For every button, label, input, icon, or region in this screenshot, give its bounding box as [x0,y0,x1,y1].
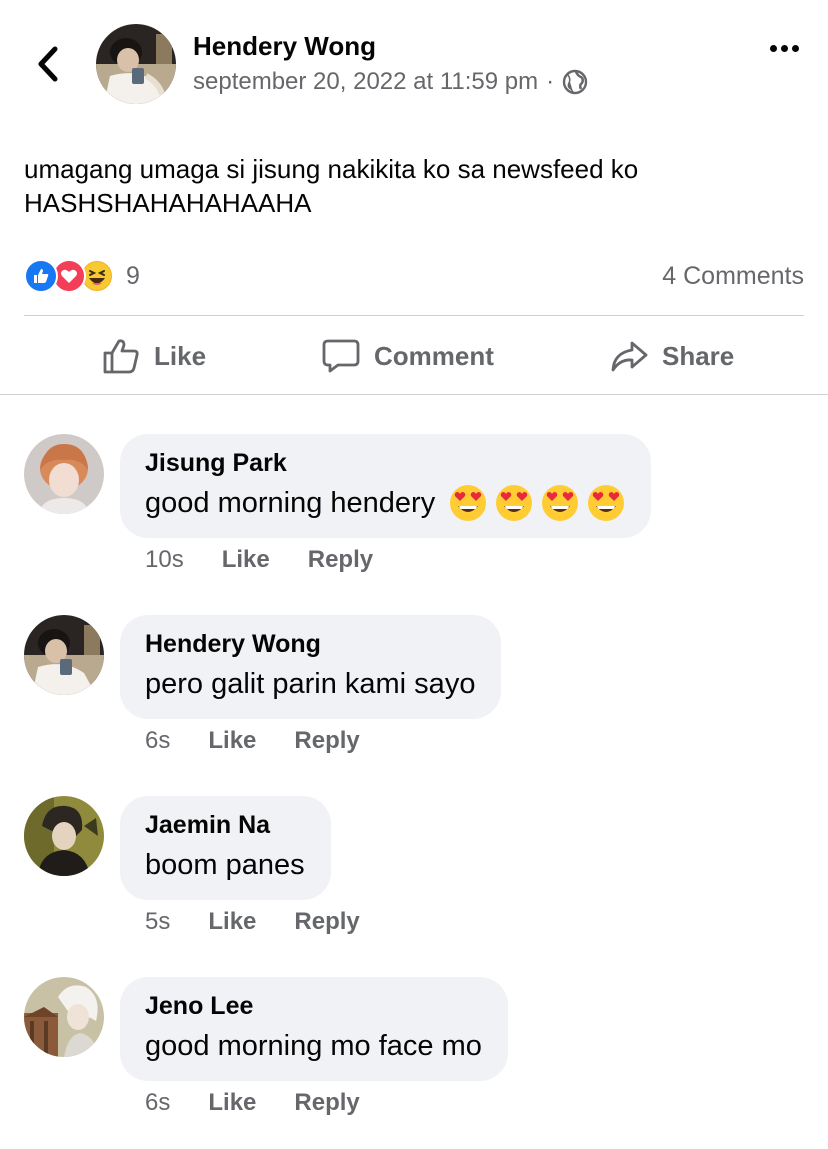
comment-text: boom panes [145,849,305,881]
commenter-avatar[interactable] [24,796,104,876]
comment-bubble: Jisung Park good morning hendery [120,434,652,538]
reaction-icons [24,259,114,293]
commenter-avatar[interactable] [24,434,104,514]
comment-button[interactable]: Comment [322,336,494,376]
speech-bubble-icon [322,339,360,373]
comment-meta: 6s Like Reply [145,727,360,755]
back-button[interactable] [30,44,66,84]
comment-reply-button[interactable]: Reply [294,908,359,936]
comment-time: 6s [145,1089,171,1116]
comment-time: 10s [145,546,184,573]
commenter-name[interactable]: Jaemin Na [145,810,305,840]
comment-bubble: Jeno Lee good morning mo face mo [120,977,508,1081]
meta-separator: · [546,68,555,95]
heart-eyes-emoji-icon [450,485,487,521]
post-meta: september 20, 2022 at 11:59 pm · [193,68,588,96]
heart-eyes-emoji-icon [496,485,533,521]
like-label: Like [154,340,207,371]
post-text-line-2: HASHSHAHAHAHAAHA [24,188,312,218]
heart-eyes-emoji-row [441,484,625,522]
more-dot [791,44,799,52]
comment-label: Comment [374,340,494,371]
comments-count[interactable]: 4 Comments [662,262,804,291]
reaction-count: 9 [126,261,140,290]
commenter-name[interactable]: Jisung Park [145,448,625,478]
comment-reply-button[interactable]: Reply [308,546,373,574]
thumbs-up-icon [103,339,139,374]
post-text: umagang umaga si jisung nakikita ko sa n… [24,152,804,220]
post-header: Hendery Wong september 20, 2022 at 11:59… [0,0,828,120]
reactions-left[interactable]: 9 [24,259,140,293]
heart-eyes-emoji-icon [588,485,625,521]
divider [0,394,828,395]
chevron-left-icon [38,46,58,82]
post-actions: Like Comment Share [0,316,828,394]
comment-like-button[interactable]: Like [208,1089,256,1117]
post-text-line-1: umagang umaga si jisung nakikita ko sa n… [24,154,639,184]
comment-time: 6s [145,727,171,754]
heart-eyes-emoji-icon [542,485,579,521]
comment-like-button[interactable]: Like [208,908,256,936]
comment-bubble: Hendery Wong pero galit parin kami sayo [120,615,502,719]
commenter-avatar[interactable] [24,977,104,1057]
like-button[interactable]: Like [102,336,206,376]
comment-text: pero galit parin kami sayo [145,668,476,700]
author-avatar[interactable] [96,24,176,104]
comment-reply-button[interactable]: Reply [294,1089,359,1117]
comment-text: good morning mo face mo [145,1030,482,1062]
comment-meta: 6s Like Reply [145,1089,360,1117]
author-name[interactable]: Hendery Wong [193,31,376,62]
share-arrow-icon [611,341,648,372]
comment-meta: 10s Like Reply [145,546,373,574]
comment-text-content: good morning hendery [145,487,436,519]
more-options-button[interactable] [764,36,804,60]
commenter-name[interactable]: Jeno Lee [145,991,482,1021]
more-dot [780,44,788,52]
comment-bubble: Jaemin Na boom panes [120,796,331,900]
comment-reply-button[interactable]: Reply [294,727,359,755]
like-reaction-icon [24,259,58,293]
comment-like-button[interactable]: Like [208,727,256,755]
commenter-name[interactable]: Hendery Wong [145,629,475,659]
comment-like-button[interactable]: Like [222,546,270,574]
more-dots-icon [769,44,777,52]
post-timestamp[interactable]: september 20, 2022 at 11:59 pm [193,68,538,96]
share-label: Share [662,340,735,371]
comment-meta: 5s Like Reply [145,908,360,936]
share-button[interactable]: Share [610,336,734,376]
commenter-avatar[interactable] [24,615,104,695]
globe-icon [562,69,588,95]
comment-time: 5s [145,908,171,935]
reactions-summary: 9 4 Comments [24,256,804,296]
comment-text: good morning hendery [145,484,625,522]
